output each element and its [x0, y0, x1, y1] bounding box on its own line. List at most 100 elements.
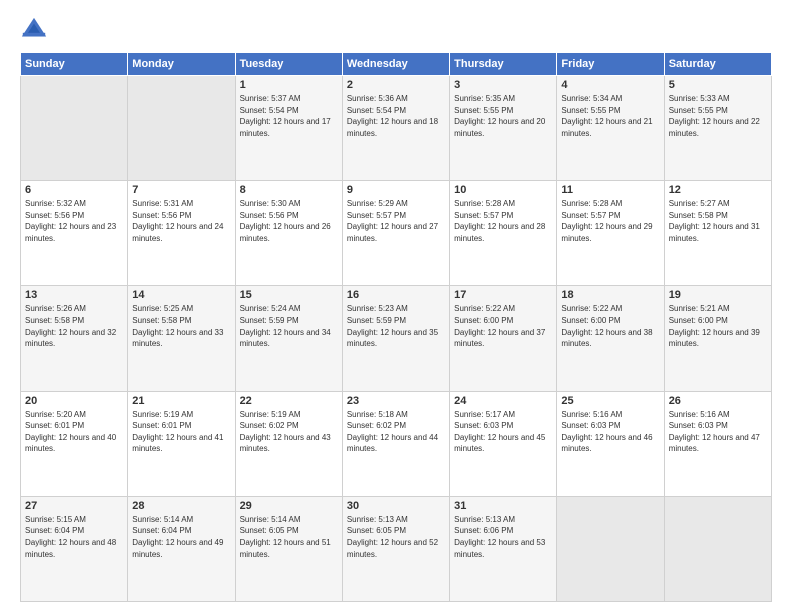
day-cell: 3 Sunrise: 5:35 AMSunset: 5:55 PMDaylight…: [450, 76, 557, 181]
day-number: 23: [347, 395, 445, 407]
day-cell: 16Sunrise: 5:23 AMSunset: 5:59 PMDayligh…: [342, 286, 449, 391]
day-info: Sunrise: 5:30 AMSunset: 5:56 PMDaylight:…: [240, 198, 338, 244]
day-number: 6: [25, 184, 123, 196]
day-number: 18: [561, 289, 659, 301]
day-info: Sunrise: 5:37 AMSunset: 5:54 PMDaylight:…: [240, 93, 338, 139]
weekday-header-row: SundayMondayTuesdayWednesdayThursdayFrid…: [21, 53, 772, 76]
day-cell: 24 Sunrise: 5:17 AMSunset: 6:03 PMDayligh…: [450, 391, 557, 496]
day-info: Sunrise: 5:23 AMSunset: 5:59 PMDaylight:…: [347, 303, 445, 349]
day-number: 7: [132, 184, 230, 196]
day-info: Sunrise: 5:28 AMSunset: 5:57 PMDaylight:…: [561, 198, 659, 244]
weekday-header-tuesday: Tuesday: [235, 53, 342, 76]
day-number: 21: [132, 395, 230, 407]
week-row-5: 27Sunrise: 5:15 AMSunset: 6:04 PMDayligh…: [21, 496, 772, 601]
day-cell: 20 Sunrise: 5:20 AMSunset: 6:01 PMDayligh…: [21, 391, 128, 496]
day-number: 24: [454, 395, 552, 407]
day-number: 11: [561, 184, 659, 196]
day-cell: [21, 76, 128, 181]
day-cell: [128, 76, 235, 181]
day-info: Sunrise: 5:13 AMSunset: 6:06 PMDaylight:…: [454, 514, 552, 560]
day-info: Sunrise: 5:20 AMSunset: 6:01 PMDaylight:…: [25, 409, 123, 455]
day-number: 25: [561, 395, 659, 407]
day-cell: 17Sunrise: 5:22 AMSunset: 6:00 PMDayligh…: [450, 286, 557, 391]
day-cell: 1 Sunrise: 5:37 AMSunset: 5:54 PMDaylight…: [235, 76, 342, 181]
logo: [20, 16, 52, 44]
day-number: 10: [454, 184, 552, 196]
weekday-header-sunday: Sunday: [21, 53, 128, 76]
day-info: Sunrise: 5:19 AMSunset: 6:01 PMDaylight:…: [132, 409, 230, 455]
day-cell: 29Sunrise: 5:14 AMSunset: 6:05 PMDayligh…: [235, 496, 342, 601]
day-cell: 2 Sunrise: 5:36 AMSunset: 5:54 PMDaylight…: [342, 76, 449, 181]
day-number: 20: [25, 395, 123, 407]
weekday-header-wednesday: Wednesday: [342, 53, 449, 76]
day-cell: 14Sunrise: 5:25 AMSunset: 5:58 PMDayligh…: [128, 286, 235, 391]
week-row-4: 20 Sunrise: 5:20 AMSunset: 6:01 PMDayligh…: [21, 391, 772, 496]
page: SundayMondayTuesdayWednesdayThursdayFrid…: [0, 0, 792, 612]
day-number: 1: [240, 79, 338, 91]
day-info: Sunrise: 5:16 AMSunset: 6:03 PMDaylight:…: [561, 409, 659, 455]
calendar-table: SundayMondayTuesdayWednesdayThursdayFrid…: [20, 52, 772, 602]
day-number: 13: [25, 289, 123, 301]
weekday-header-friday: Friday: [557, 53, 664, 76]
day-number: 29: [240, 500, 338, 512]
day-info: Sunrise: 5:28 AMSunset: 5:57 PMDaylight:…: [454, 198, 552, 244]
day-info: Sunrise: 5:32 AMSunset: 5:56 PMDaylight:…: [25, 198, 123, 244]
day-info: Sunrise: 5:14 AMSunset: 6:04 PMDaylight:…: [132, 514, 230, 560]
day-cell: 12 Sunrise: 5:27 AMSunset: 5:58 PMDayligh…: [664, 181, 771, 286]
day-cell: 8 Sunrise: 5:30 AMSunset: 5:56 PMDaylight…: [235, 181, 342, 286]
day-number: 27: [25, 500, 123, 512]
day-info: Sunrise: 5:31 AMSunset: 5:56 PMDaylight:…: [132, 198, 230, 244]
day-number: 9: [347, 184, 445, 196]
day-info: Sunrise: 5:17 AMSunset: 6:03 PMDaylight:…: [454, 409, 552, 455]
day-info: Sunrise: 5:26 AMSunset: 5:58 PMDaylight:…: [25, 303, 123, 349]
day-info: Sunrise: 5:36 AMSunset: 5:54 PMDaylight:…: [347, 93, 445, 139]
day-number: 31: [454, 500, 552, 512]
day-cell: 9Sunrise: 5:29 AMSunset: 5:57 PMDaylight…: [342, 181, 449, 286]
day-number: 15: [240, 289, 338, 301]
week-row-3: 13 Sunrise: 5:26 AMSunset: 5:58 PMDayligh…: [21, 286, 772, 391]
day-cell: 19 Sunrise: 5:21 AMSunset: 6:00 PMDayligh…: [664, 286, 771, 391]
day-info: Sunrise: 5:18 AMSunset: 6:02 PMDaylight:…: [347, 409, 445, 455]
day-number: 4: [561, 79, 659, 91]
header: [20, 16, 772, 44]
day-number: 17: [454, 289, 552, 301]
day-info: Sunrise: 5:13 AMSunset: 6:05 PMDaylight:…: [347, 514, 445, 560]
weekday-header-thursday: Thursday: [450, 53, 557, 76]
day-cell: 4 Sunrise: 5:34 AMSunset: 5:55 PMDaylight…: [557, 76, 664, 181]
day-cell: 6 Sunrise: 5:32 AMSunset: 5:56 PMDaylight…: [21, 181, 128, 286]
day-number: 19: [669, 289, 767, 301]
day-cell: 23 Sunrise: 5:18 AMSunset: 6:02 PMDayligh…: [342, 391, 449, 496]
day-cell: 15Sunrise: 5:24 AMSunset: 5:59 PMDayligh…: [235, 286, 342, 391]
day-number: 26: [669, 395, 767, 407]
week-row-2: 6 Sunrise: 5:32 AMSunset: 5:56 PMDaylight…: [21, 181, 772, 286]
day-number: 8: [240, 184, 338, 196]
day-number: 2: [347, 79, 445, 91]
day-cell: 27Sunrise: 5:15 AMSunset: 6:04 PMDayligh…: [21, 496, 128, 601]
day-cell: 10 Sunrise: 5:28 AMSunset: 5:57 PMDayligh…: [450, 181, 557, 286]
day-info: Sunrise: 5:34 AMSunset: 5:55 PMDaylight:…: [561, 93, 659, 139]
day-number: 5: [669, 79, 767, 91]
day-number: 30: [347, 500, 445, 512]
week-row-1: 1 Sunrise: 5:37 AMSunset: 5:54 PMDaylight…: [21, 76, 772, 181]
day-info: Sunrise: 5:22 AMSunset: 6:00 PMDaylight:…: [561, 303, 659, 349]
day-cell: 11 Sunrise: 5:28 AMSunset: 5:57 PMDayligh…: [557, 181, 664, 286]
day-cell: 13 Sunrise: 5:26 AMSunset: 5:58 PMDayligh…: [21, 286, 128, 391]
weekday-header-monday: Monday: [128, 53, 235, 76]
day-cell: 7 Sunrise: 5:31 AMSunset: 5:56 PMDaylight…: [128, 181, 235, 286]
day-number: 22: [240, 395, 338, 407]
day-info: Sunrise: 5:21 AMSunset: 6:00 PMDaylight:…: [669, 303, 767, 349]
day-cell: 22 Sunrise: 5:19 AMSunset: 6:02 PMDayligh…: [235, 391, 342, 496]
day-number: 28: [132, 500, 230, 512]
day-cell: [664, 496, 771, 601]
day-cell: 28 Sunrise: 5:14 AMSunset: 6:04 PMDayligh…: [128, 496, 235, 601]
day-info: Sunrise: 5:33 AMSunset: 5:55 PMDaylight:…: [669, 93, 767, 139]
day-cell: 25 Sunrise: 5:16 AMSunset: 6:03 PMDayligh…: [557, 391, 664, 496]
day-info: Sunrise: 5:19 AMSunset: 6:02 PMDaylight:…: [240, 409, 338, 455]
day-number: 3: [454, 79, 552, 91]
day-cell: 18 Sunrise: 5:22 AMSunset: 6:00 PMDayligh…: [557, 286, 664, 391]
day-info: Sunrise: 5:25 AMSunset: 5:58 PMDaylight:…: [132, 303, 230, 349]
day-number: 12: [669, 184, 767, 196]
day-cell: [557, 496, 664, 601]
day-info: Sunrise: 5:35 AMSunset: 5:55 PMDaylight:…: [454, 93, 552, 139]
day-info: Sunrise: 5:27 AMSunset: 5:58 PMDaylight:…: [669, 198, 767, 244]
